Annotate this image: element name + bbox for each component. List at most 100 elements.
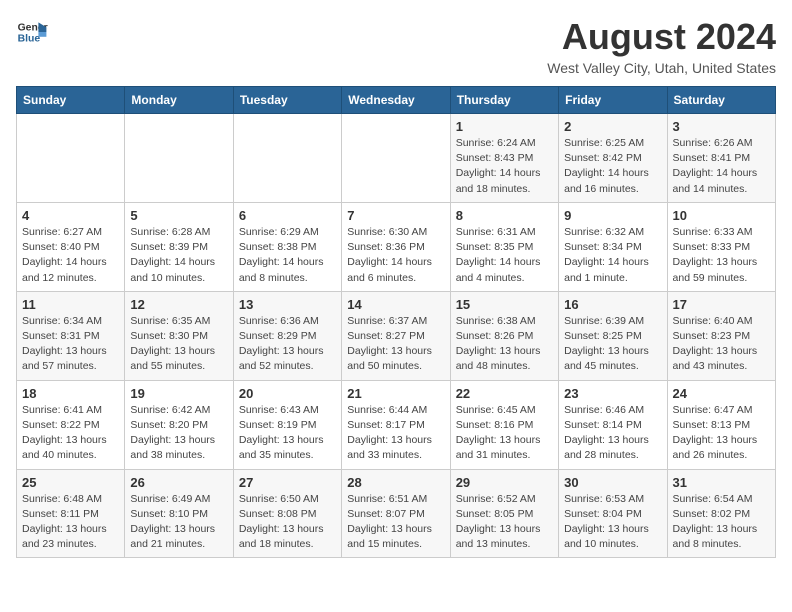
day-info: Sunrise: 6:32 AM Sunset: 8:34 PM Dayligh… [564, 225, 661, 286]
day-number: 26 [130, 475, 227, 490]
subtitle: West Valley City, Utah, United States [547, 60, 776, 76]
day-number: 23 [564, 386, 661, 401]
day-number: 31 [673, 475, 770, 490]
day-number: 15 [456, 297, 553, 312]
weekday-header-monday: Monday [125, 87, 233, 114]
day-info: Sunrise: 6:40 AM Sunset: 8:23 PM Dayligh… [673, 314, 770, 375]
day-number: 18 [22, 386, 119, 401]
day-number: 13 [239, 297, 336, 312]
day-info: Sunrise: 6:51 AM Sunset: 8:07 PM Dayligh… [347, 492, 444, 553]
calendar-cell: 8 Sunrise: 6:31 AM Sunset: 8:35 PM Daylig… [450, 202, 558, 291]
day-number: 7 [347, 208, 444, 223]
calendar-cell: 15 Sunrise: 6:38 AM Sunset: 8:26 PM Dayli… [450, 291, 558, 380]
calendar-cell: 18Sunrise: 6:41 AM Sunset: 8:22 PM Dayli… [17, 380, 125, 469]
calendar-cell: 21 Sunrise: 6:44 AM Sunset: 8:17 PM Dayli… [342, 380, 450, 469]
weekday-header-saturday: Saturday [667, 87, 775, 114]
day-info: Sunrise: 6:45 AM Sunset: 8:16 PM Dayligh… [456, 403, 553, 464]
calendar-cell: 28 Sunrise: 6:51 AM Sunset: 8:07 PM Dayli… [342, 469, 450, 558]
day-info: Sunrise: 6:26 AM Sunset: 8:41 PM Dayligh… [673, 136, 770, 197]
day-info: Sunrise: 6:33 AM Sunset: 8:33 PM Dayligh… [673, 225, 770, 286]
calendar-cell: 7Sunrise: 6:30 AM Sunset: 8:36 PM Daylig… [342, 202, 450, 291]
weekday-header-tuesday: Tuesday [233, 87, 341, 114]
logo-icon: General Blue [16, 16, 48, 48]
day-info: Sunrise: 6:27 AM Sunset: 8:40 PM Dayligh… [22, 225, 119, 286]
day-info: Sunrise: 6:25 AM Sunset: 8:42 PM Dayligh… [564, 136, 661, 197]
day-number: 29 [456, 475, 553, 490]
calendar-cell: 3 Sunrise: 6:26 AM Sunset: 8:41 PM Daylig… [667, 114, 775, 203]
day-info: Sunrise: 6:53 AM Sunset: 8:04 PM Dayligh… [564, 492, 661, 553]
day-number: 4 [22, 208, 119, 223]
calendar-cell: 31Sunrise: 6:54 AM Sunset: 8:02 PM Dayli… [667, 469, 775, 558]
day-info: Sunrise: 6:43 AM Sunset: 8:19 PM Dayligh… [239, 403, 336, 464]
calendar-cell: 2 Sunrise: 6:25 AM Sunset: 8:42 PM Daylig… [559, 114, 667, 203]
day-info: Sunrise: 6:37 AM Sunset: 8:27 PM Dayligh… [347, 314, 444, 375]
calendar-cell: 17Sunrise: 6:40 AM Sunset: 8:23 PM Dayli… [667, 291, 775, 380]
day-number: 27 [239, 475, 336, 490]
weekday-header-wednesday: Wednesday [342, 87, 450, 114]
day-number: 22 [456, 386, 553, 401]
calendar-table: SundayMondayTuesdayWednesdayThursdayFrid… [16, 86, 776, 558]
calendar-cell: 26Sunrise: 6:49 AM Sunset: 8:10 PM Dayli… [125, 469, 233, 558]
calendar-cell [17, 114, 125, 203]
day-number: 2 [564, 119, 661, 134]
calendar-cell: 10 Sunrise: 6:33 AM Sunset: 8:33 PM Dayli… [667, 202, 775, 291]
calendar-week-4: 18Sunrise: 6:41 AM Sunset: 8:22 PM Dayli… [17, 380, 776, 469]
calendar-cell: 20Sunrise: 6:43 AM Sunset: 8:19 PM Dayli… [233, 380, 341, 469]
calendar-cell: 22 Sunrise: 6:45 AM Sunset: 8:16 PM Dayli… [450, 380, 558, 469]
weekday-header-thursday: Thursday [450, 87, 558, 114]
day-info: Sunrise: 6:31 AM Sunset: 8:35 PM Dayligh… [456, 225, 553, 286]
calendar-cell: 4 Sunrise: 6:27 AM Sunset: 8:40 PM Daylig… [17, 202, 125, 291]
calendar-cell: 14 Sunrise: 6:37 AM Sunset: 8:27 PM Dayli… [342, 291, 450, 380]
day-number: 10 [673, 208, 770, 223]
day-info: Sunrise: 6:42 AM Sunset: 8:20 PM Dayligh… [130, 403, 227, 464]
day-number: 28 [347, 475, 444, 490]
day-info: Sunrise: 6:47 AM Sunset: 8:13 PM Dayligh… [673, 403, 770, 464]
calendar-cell: 6 Sunrise: 6:29 AM Sunset: 8:38 PM Daylig… [233, 202, 341, 291]
day-number: 12 [130, 297, 227, 312]
main-title: August 2024 [547, 16, 776, 58]
day-info: Sunrise: 6:48 AM Sunset: 8:11 PM Dayligh… [22, 492, 119, 553]
title-block: August 2024 West Valley City, Utah, Unit… [547, 16, 776, 76]
day-number: 25 [22, 475, 119, 490]
day-info: Sunrise: 6:44 AM Sunset: 8:17 PM Dayligh… [347, 403, 444, 464]
calendar-cell: 24 Sunrise: 6:47 AM Sunset: 8:13 PM Dayli… [667, 380, 775, 469]
calendar-cell: 9 Sunrise: 6:32 AM Sunset: 8:34 PM Daylig… [559, 202, 667, 291]
calendar-cell: 5Sunrise: 6:28 AM Sunset: 8:39 PM Daylig… [125, 202, 233, 291]
calendar-cell: 27 Sunrise: 6:50 AM Sunset: 8:08 PM Dayli… [233, 469, 341, 558]
calendar-cell: 16Sunrise: 6:39 AM Sunset: 8:25 PM Dayli… [559, 291, 667, 380]
calendar-cell: 30 Sunrise: 6:53 AM Sunset: 8:04 PM Dayli… [559, 469, 667, 558]
calendar-cell: 23Sunrise: 6:46 AM Sunset: 8:14 PM Dayli… [559, 380, 667, 469]
calendar-week-3: 11 Sunrise: 6:34 AM Sunset: 8:31 PM Dayli… [17, 291, 776, 380]
day-number: 9 [564, 208, 661, 223]
calendar-cell: 1 Sunrise: 6:24 AM Sunset: 8:43 PM Daylig… [450, 114, 558, 203]
day-number: 16 [564, 297, 661, 312]
page-header: General Blue August 2024 West Valley Cit… [16, 16, 776, 76]
day-number: 19 [130, 386, 227, 401]
day-info: Sunrise: 6:38 AM Sunset: 8:26 PM Dayligh… [456, 314, 553, 375]
day-info: Sunrise: 6:50 AM Sunset: 8:08 PM Dayligh… [239, 492, 336, 553]
weekday-header-sunday: Sunday [17, 87, 125, 114]
day-number: 30 [564, 475, 661, 490]
day-info: Sunrise: 6:34 AM Sunset: 8:31 PM Dayligh… [22, 314, 119, 375]
calendar-week-5: 25 Sunrise: 6:48 AM Sunset: 8:11 PM Dayli… [17, 469, 776, 558]
day-number: 24 [673, 386, 770, 401]
day-info: Sunrise: 6:24 AM Sunset: 8:43 PM Dayligh… [456, 136, 553, 197]
calendar-cell [233, 114, 341, 203]
calendar-week-1: 1 Sunrise: 6:24 AM Sunset: 8:43 PM Daylig… [17, 114, 776, 203]
calendar-cell [342, 114, 450, 203]
day-number: 1 [456, 119, 553, 134]
day-info: Sunrise: 6:52 AM Sunset: 8:05 PM Dayligh… [456, 492, 553, 553]
weekday-header-row: SundayMondayTuesdayWednesdayThursdayFrid… [17, 87, 776, 114]
day-number: 11 [22, 297, 119, 312]
day-number: 6 [239, 208, 336, 223]
day-number: 3 [673, 119, 770, 134]
day-number: 21 [347, 386, 444, 401]
logo: General Blue [16, 16, 48, 48]
calendar-cell [125, 114, 233, 203]
day-info: Sunrise: 6:28 AM Sunset: 8:39 PM Dayligh… [130, 225, 227, 286]
calendar-week-2: 4 Sunrise: 6:27 AM Sunset: 8:40 PM Daylig… [17, 202, 776, 291]
day-number: 14 [347, 297, 444, 312]
day-number: 8 [456, 208, 553, 223]
calendar-cell: 12Sunrise: 6:35 AM Sunset: 8:30 PM Dayli… [125, 291, 233, 380]
day-info: Sunrise: 6:29 AM Sunset: 8:38 PM Dayligh… [239, 225, 336, 286]
